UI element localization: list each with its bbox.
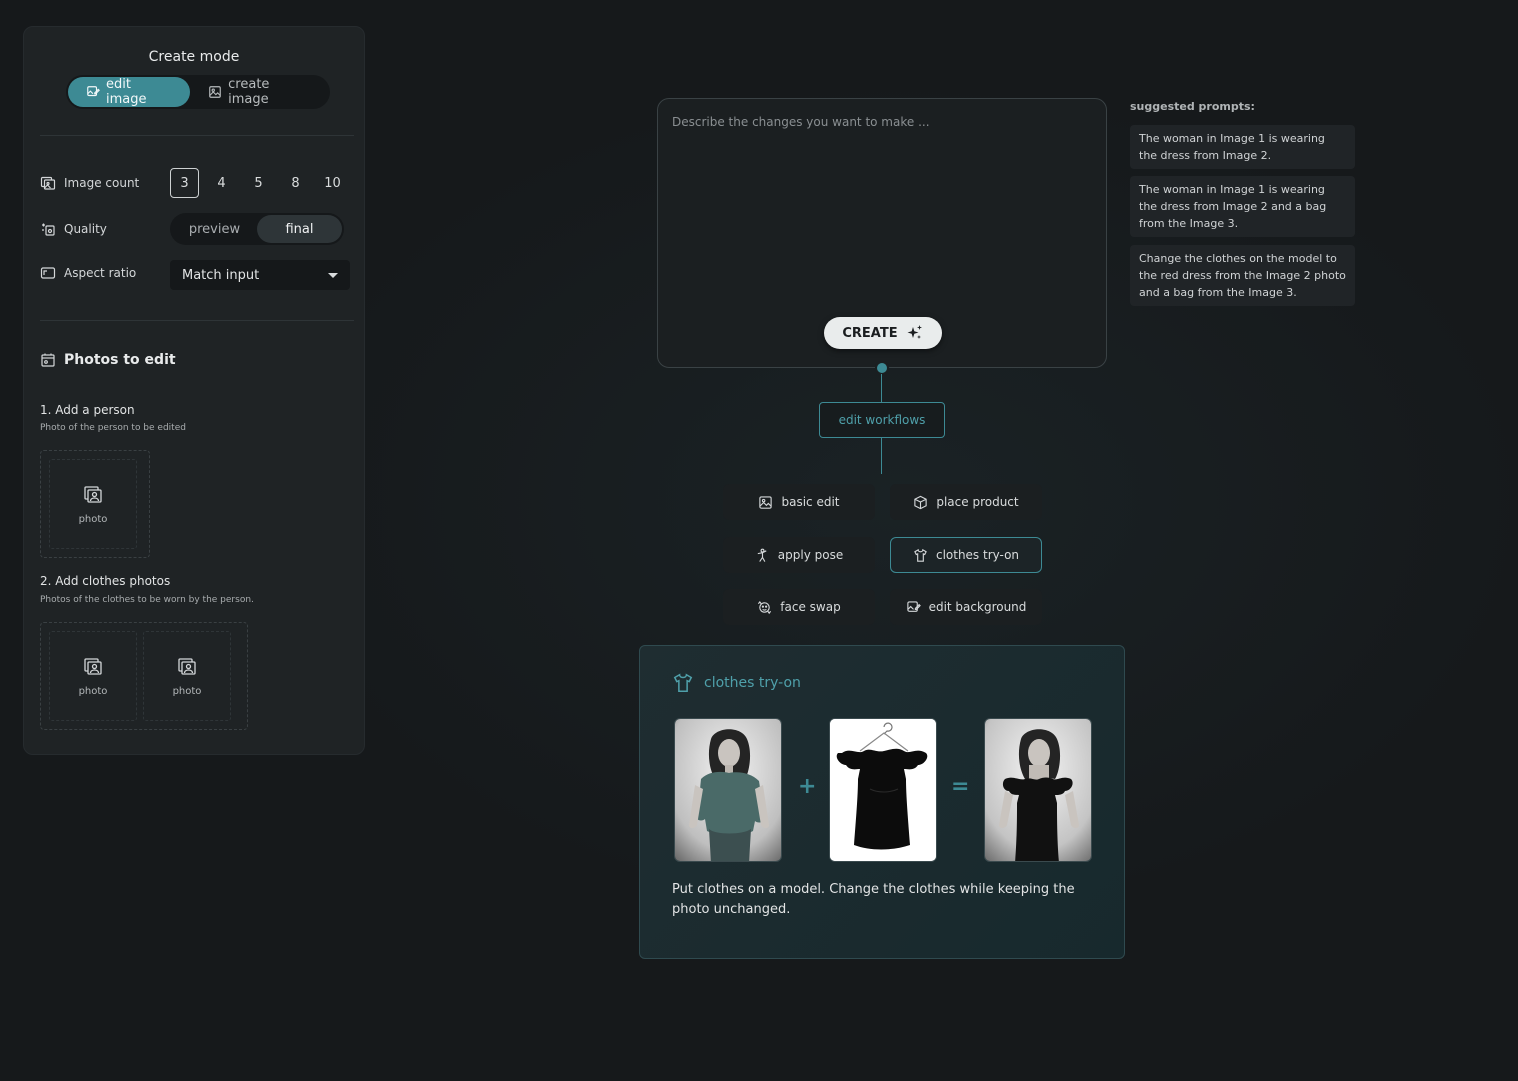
pose-icon [755, 548, 770, 563]
example-dress-image [829, 718, 937, 862]
mode-edit-image-button[interactable]: edit image [68, 77, 191, 107]
sparkles-icon [906, 324, 924, 342]
photo-slot-label: photo [78, 513, 108, 525]
mode-edit-image-label: edit image [106, 77, 147, 107]
aspect-label-row: Aspect ratio [40, 265, 136, 281]
edit-workflows-button[interactable]: edit workflows [819, 402, 945, 438]
workflow-label: face swap [780, 600, 841, 614]
info-title-text: clothes try-on [704, 675, 801, 691]
image-count-3[interactable]: 3 [170, 168, 199, 198]
workflow-label: place product [936, 495, 1019, 509]
example-model-image [674, 718, 782, 862]
step1-title: 1. Add a person [40, 403, 135, 417]
step2-title: 2. Add clothes photos [40, 574, 171, 588]
image-icon [208, 85, 222, 99]
prompt-box: CREATE [657, 98, 1107, 368]
workflow-basic-edit[interactable]: basic edit [723, 484, 875, 520]
photos-icon [40, 352, 56, 368]
workflow-label: apply pose [777, 548, 844, 562]
shirt-icon [672, 672, 694, 694]
workflow-label: edit background [928, 600, 1027, 614]
image-count-label: Image count [64, 176, 140, 190]
info-card-title: clothes try-on [672, 672, 801, 694]
shirt-icon [913, 548, 928, 563]
connector-line [881, 438, 882, 474]
aspect-ratio-select[interactable]: Match input [170, 260, 350, 290]
suggested-prompt-2[interactable]: The woman in Image 1 is wearing the dres… [1130, 176, 1355, 237]
aspect-ratio-value: Match input [182, 267, 260, 283]
mode-toggle: edit image create image [66, 75, 330, 109]
suggestions-title: suggested prompts: [1130, 100, 1255, 113]
aspect-ratio-label: Aspect ratio [64, 266, 137, 280]
create-button-label: CREATE [842, 325, 898, 341]
photo-upload-icon [83, 656, 103, 676]
photo-upload-icon [83, 484, 103, 504]
mode-title: Create mode [148, 49, 240, 65]
edit-image-icon [86, 85, 100, 99]
image-count-8[interactable]: 8 [281, 168, 310, 198]
image-count-5[interactable]: 5 [244, 168, 273, 198]
mode-create-image-button[interactable]: create image [190, 77, 328, 107]
photo-slot-label: photo [172, 685, 202, 697]
images-stack-icon [40, 175, 56, 191]
person-photo-slot[interactable]: photo [49, 459, 137, 549]
quality-icon [40, 221, 56, 237]
person-drop-zone[interactable]: photo [40, 450, 150, 558]
connector-line [881, 374, 882, 402]
clothes-drop-zone[interactable]: photo photo [40, 622, 248, 730]
image-count-options: 3 4 5 8 10 [170, 168, 347, 198]
quality-label: Quality [64, 222, 107, 236]
box-icon [913, 495, 928, 510]
workflow-label: basic edit [781, 495, 840, 509]
divider [40, 320, 354, 321]
edit-image-icon [906, 600, 921, 615]
chevron-down-icon [328, 272, 338, 278]
photo-upload-icon [177, 656, 197, 676]
suggested-prompt-1[interactable]: The woman in Image 1 is wearing the dres… [1130, 125, 1355, 169]
mode-create-image-label: create image [228, 77, 270, 107]
photos-title: Photos to edit [64, 352, 176, 368]
step1-subtitle: Photo of the person to be edited [40, 423, 186, 433]
create-button[interactable]: CREATE [824, 317, 942, 349]
workflow-clothes-try-on[interactable]: clothes try-on [890, 537, 1042, 573]
connector-dot [875, 361, 889, 375]
divider [40, 135, 354, 136]
face-swap-icon [757, 600, 772, 615]
plus-sign: + [798, 774, 817, 799]
step2-subtitle: Photos of the clothes to be worn by the … [40, 595, 254, 605]
clothes-photo-slot-2[interactable]: photo [143, 631, 231, 721]
workflow-edit-background[interactable]: edit background [890, 589, 1042, 625]
example-result-image [984, 718, 1092, 862]
quality-preview-button[interactable]: preview [172, 215, 257, 243]
image-count-4[interactable]: 4 [207, 168, 236, 198]
info-card-description: Put clothes on a model. Change the cloth… [672, 882, 1075, 917]
quality-label-row: Quality [40, 221, 107, 237]
prompt-input[interactable] [672, 115, 1092, 295]
image-count-label-row: Image count [40, 175, 139, 191]
photo-slot-label: photo [78, 685, 108, 697]
workflow-place-product[interactable]: place product [890, 484, 1042, 520]
workflow-face-swap[interactable]: face swap [723, 589, 875, 625]
clothes-photo-slot-1[interactable]: photo [49, 631, 137, 721]
suggested-prompt-3[interactable]: Change the clothes on the model to the r… [1130, 245, 1355, 306]
aspect-ratio-icon [40, 265, 56, 281]
quality-toggle: preview final [170, 213, 344, 245]
quality-final-button[interactable]: final [257, 215, 342, 243]
photos-section-title: Photos to edit [40, 352, 176, 368]
workflow-info-card: clothes try-on + = Put clothes on a mode… [639, 645, 1125, 959]
image-count-10[interactable]: 10 [318, 168, 347, 198]
image-icon [758, 495, 773, 510]
settings-panel: Create mode edit image create image Imag… [23, 26, 365, 755]
equals-sign: = [951, 774, 970, 799]
workflow-apply-pose[interactable]: apply pose [723, 537, 875, 573]
workflow-label: clothes try-on [935, 548, 1020, 562]
